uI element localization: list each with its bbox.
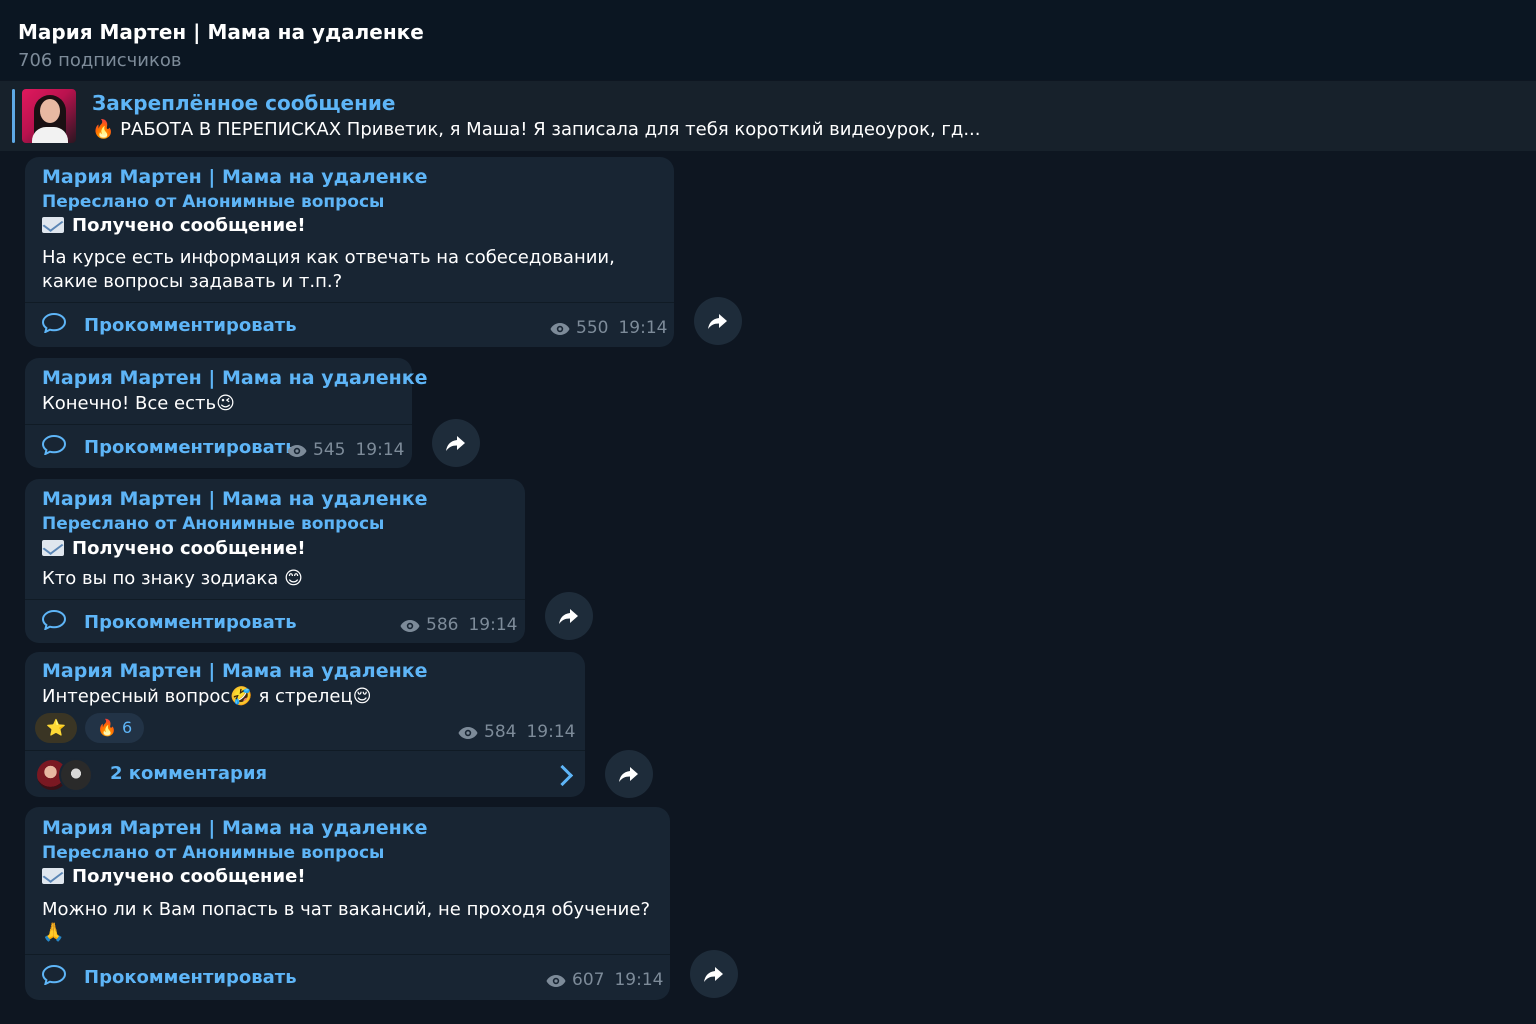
message-meta: 607 19:14: [546, 970, 663, 990]
reaction-fire[interactable]: 🔥 6: [85, 713, 145, 743]
message-heading: Получено сообщение!: [42, 865, 306, 889]
avatar: [59, 758, 93, 792]
message-time: 19:14: [614, 970, 664, 990]
relieved-emoji: 😌: [352, 686, 372, 707]
message-author[interactable]: Мария Мартен | Мама на удаленке: [42, 488, 428, 510]
eye-icon: [458, 727, 478, 739]
message-text-line: Конечно! Все есть😉: [42, 393, 235, 414]
message-bubble[interactable]: Мария Мартен | Мама на удаленке Интересн…: [25, 652, 585, 797]
message-text-line: Кто вы по знаку зодиака 😊: [42, 568, 303, 589]
pray-emoji: 🙏: [42, 922, 65, 943]
subscriber-count: 706 подписчиков: [18, 50, 182, 71]
share-button[interactable]: [690, 950, 738, 998]
fire-emoji: 🔥: [92, 119, 115, 140]
message-heading: Получено сообщение!: [42, 537, 306, 561]
divider: [25, 302, 674, 303]
pinned-message-bar[interactable]: Закреплённое сообщение 🔥 РАБОТА В ПЕРЕПИ…: [0, 81, 1536, 151]
pinned-indicator: [12, 89, 15, 143]
message-author[interactable]: Мария Мартен | Мама на удаленке: [42, 166, 428, 188]
view-count: 584: [484, 722, 517, 742]
message-time: 19:14: [468, 615, 518, 635]
share-button[interactable]: [432, 419, 480, 467]
comment-icon[interactable]: [42, 965, 66, 985]
envelope-icon: [42, 540, 64, 556]
message-time: 19:14: [618, 318, 668, 338]
message-author[interactable]: Мария Мартен | Мама на удаленке: [42, 660, 428, 682]
comments-link[interactable]: 2 комментария: [110, 763, 267, 784]
view-count: 545: [313, 440, 346, 460]
share-button[interactable]: [605, 750, 653, 798]
share-icon: [446, 436, 465, 451]
wink-emoji: 😉: [216, 393, 235, 414]
pinned-title: Закреплённое сообщение: [92, 91, 396, 115]
comment-button[interactable]: Прокомментировать: [84, 315, 297, 336]
message-bubble[interactable]: Мария Мартен | Мама на удаленке Переслан…: [25, 479, 525, 643]
forwarded-from[interactable]: Переслано от Анонимные вопросы: [42, 843, 384, 863]
view-count: 550: [576, 318, 609, 338]
divider: [25, 599, 525, 600]
envelope-icon: [42, 217, 64, 233]
share-icon: [708, 314, 727, 329]
comment-icon[interactable]: [42, 313, 66, 333]
message-meta: 550 19:14: [550, 318, 667, 338]
pinned-thumbnail: [22, 89, 76, 143]
comment-icon[interactable]: [42, 435, 66, 455]
forwarded-from[interactable]: Переслано от Анонимные вопросы: [42, 514, 384, 534]
message-author[interactable]: Мария Мартен | Мама на удаленке: [42, 367, 428, 389]
smile-emoji: 😊: [284, 568, 303, 589]
reaction-star[interactable]: ⭐: [35, 713, 77, 743]
message-bubble[interactable]: Мария Мартен | Мама на удаленке Конечно!…: [25, 358, 428, 468]
chevron-right-icon[interactable]: [551, 764, 574, 787]
message-text-line: На курсе есть информация как отвечать на…: [42, 247, 615, 268]
divider: [25, 954, 670, 955]
comment-button[interactable]: Прокомментировать: [84, 967, 297, 988]
share-icon: [704, 967, 723, 982]
comment-button[interactable]: Прокомментировать: [84, 612, 297, 633]
eye-icon: [287, 445, 307, 457]
divider: [25, 750, 585, 751]
pinned-text: 🔥 РАБОТА В ПЕРЕПИСКАХ Приветик, я Маша! …: [92, 119, 980, 140]
message-text-line: Интересный вопрос🤣 я стрелец😌: [42, 686, 372, 707]
message-text-line: 🙏: [42, 921, 64, 945]
view-count: 607: [572, 970, 605, 990]
eye-icon: [546, 975, 566, 987]
message-meta: 584 19:14: [458, 722, 575, 742]
divider: [25, 424, 412, 425]
share-button[interactable]: [694, 297, 742, 345]
forwarded-from[interactable]: Переслано от Анонимные вопросы: [42, 192, 384, 212]
message-bubble[interactable]: Мария Мартен | Мама на удаленке Переслан…: [25, 807, 670, 1000]
share-icon: [619, 767, 638, 782]
envelope-icon: [42, 868, 64, 884]
message-meta: 545 19:14: [287, 440, 404, 460]
eye-icon: [550, 323, 570, 335]
message-author[interactable]: Мария Мартен | Мама на удаленке: [42, 817, 428, 839]
reaction-count: 6: [122, 718, 133, 737]
message-bubble[interactable]: Мария Мартен | Мама на удаленке Переслан…: [25, 157, 674, 347]
message-text-line: Можно ли к Вам попасть в чат вакансий, н…: [42, 899, 651, 920]
message-heading: Получено сообщение!: [42, 214, 306, 238]
share-icon: [559, 609, 578, 624]
message-time: 19:14: [526, 722, 576, 742]
pinned-preview: РАБОТА В ПЕРЕПИСКАХ Приветик, я Маша! Я …: [120, 119, 981, 140]
share-button[interactable]: [545, 592, 593, 640]
channel-title[interactable]: Мария Мартен | Мама на удаленке: [18, 20, 424, 44]
channel-header[interactable]: Мария Мартен | Мама на удаленке 706 подп…: [0, 0, 1536, 80]
eye-icon: [400, 620, 420, 632]
message-text-line: какие вопросы задавать и т.п.?: [42, 271, 343, 292]
comment-button[interactable]: Прокомментировать: [84, 437, 297, 458]
message-meta: 586 19:14: [400, 615, 517, 635]
rofl-emoji: 🤣: [230, 686, 253, 707]
view-count: 586: [426, 615, 459, 635]
comment-icon[interactable]: [42, 610, 66, 630]
message-time: 19:14: [355, 440, 405, 460]
commenter-avatars: [35, 758, 99, 792]
